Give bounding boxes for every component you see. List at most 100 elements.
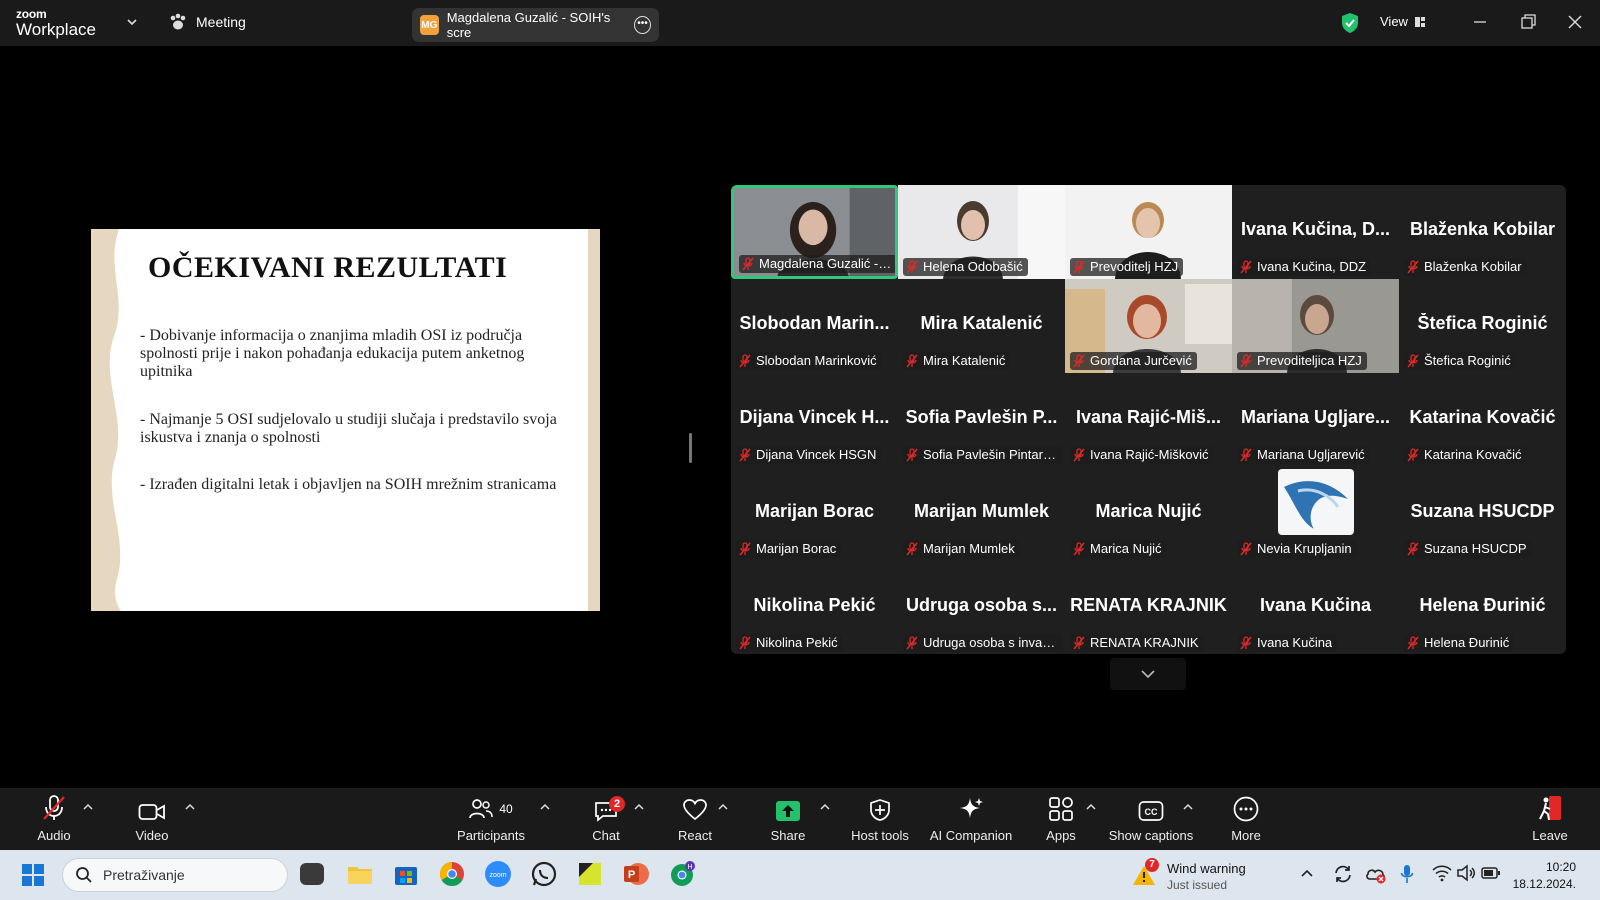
participant-tile[interactable]: Nevia Krupljanin [1232,467,1399,561]
participant-tile[interactable]: Helena Odobašić [898,185,1065,279]
battery-icon[interactable] [1481,865,1501,881]
view-label: View [1380,14,1408,29]
chevron-up-icon[interactable] [820,802,830,812]
task-view-icon[interactable] [300,863,324,885]
clock-date[interactable]: 18.12.2024. [1506,877,1576,891]
participant-tile[interactable]: Nikolina Pekić Nikolina Pekić [731,561,898,654]
participant-name-label: Magdalena Guzalić - SOIH [739,255,895,273]
microsoft-store-icon[interactable] [392,860,420,888]
chevron-up-icon[interactable] [540,802,550,812]
volume-icon[interactable] [1456,864,1476,882]
participant-name-label: Blaženka Kobilar [1404,258,1527,276]
whatsapp-icon[interactable] [530,860,558,888]
participant-tile[interactable]: Slobodan Marin... Slobodan Marinković [731,279,898,373]
participant-tile[interactable]: Ivana Kučina, D... Ivana Kučina, DDZ [1232,185,1399,279]
participant-tile[interactable]: Gordana Jurčević [1065,279,1232,373]
mic-muted-icon [1240,259,1252,273]
participant-tile[interactable]: Marijan Borac Marijan Borac [731,467,898,561]
meeting-menu[interactable]: Meeting [168,13,246,31]
screen-share-indicator[interactable]: MG Magdalena Guzalić - SOIH's scre ••• [412,8,659,42]
participant-display-name: Dijana Vincek H... [739,407,890,427]
view-button[interactable]: View [1380,14,1426,29]
encryption-shield-icon[interactable] [1340,12,1360,34]
participant-tile[interactable]: Ivana Rajić-Miš... Ivana Rajić-Mišković [1065,373,1232,467]
gallery-next-page-button[interactable] [1110,658,1186,690]
chevron-up-icon[interactable] [634,802,644,812]
panel-resize-handle[interactable] [689,433,692,463]
chevron-up-icon[interactable] [1300,868,1314,878]
participant-tile[interactable]: Marijan Mumlek Marijan Mumlek [898,467,1065,561]
chevron-up-icon[interactable] [718,802,728,812]
participant-tile[interactable]: Dijana Vincek H... Dijana Vincek HSGN [731,373,898,467]
zoom-app-icon[interactable]: zoom [484,860,512,888]
mic-muted-icon [1073,541,1085,555]
participant-tile[interactable]: Udruga osoba s... Udruga osoba s invalid.… [898,561,1065,654]
participant-name-label: Udruga osoba s invalid... [903,634,1063,652]
participant-tile[interactable]: Ivana Kučina Ivana Kučina [1232,561,1399,654]
more-options-icon[interactable]: ••• [634,16,652,34]
mic-muted-icon [739,447,751,461]
chevron-up-icon[interactable] [83,802,93,812]
video-label: Video [135,828,169,843]
participant-tile[interactable]: Prevoditelj HZJ [1065,185,1232,279]
participant-name-label: Marica Nujić [1070,540,1167,558]
chevron-up-icon[interactable] [185,802,195,812]
participant-tile[interactable]: Suzana HSUCDP Suzana HSUCDP [1399,467,1566,561]
ai-companion-button[interactable]: AI Companion [930,788,1012,850]
participant-name: Blaženka Kobilar [1424,259,1522,274]
powerpoint-icon[interactable]: P [622,860,650,888]
mic-muted-icon [1240,353,1252,367]
mic-muted-icon [739,635,751,649]
participant-tile[interactable]: RENATA KRAJNIK RENATA KRAJNIK [1065,561,1232,654]
participant-tile[interactable]: Mariana Ugljare... Mariana Ugljarević [1232,373,1399,467]
chrome-icon[interactable] [438,860,466,888]
participant-name: Ivana Rajić-Mišković [1090,447,1209,462]
leave-button[interactable]: Leave [1530,788,1570,850]
react-button[interactable]: React [675,788,715,850]
participant-tile[interactable]: Helena Đurinić Helena Đurinić [1399,561,1566,654]
windows-start-icon[interactable] [21,863,45,887]
participant-name-label: Katarina Kovačić [1404,446,1527,464]
restore-icon[interactable] [1518,12,1538,32]
participant-display-name: Ivana Rajić-Miš... [1075,407,1222,427]
audio-label: Audio [37,828,71,843]
participant-tile[interactable]: Magdalena Guzalić - SOIH [731,185,898,279]
microphone-icon[interactable] [1400,863,1414,885]
sync-icon[interactable] [1332,863,1354,885]
chevron-up-icon[interactable] [1086,802,1096,812]
participant-name: Prevoditeljica HZJ [1257,353,1362,368]
participant-display-name: Udruga osoba s... [905,595,1058,615]
mic-muted-icon [906,541,918,555]
weather-title[interactable]: Wind warning [1167,861,1246,876]
sticky-notes-icon[interactable] [576,860,604,888]
file-explorer-icon[interactable] [346,860,374,888]
video-button[interactable]: Video [132,788,172,850]
participant-tile[interactable]: Sofia Pavlešin P... Sofia Pavlešin Pintar… [898,373,1065,467]
chevron-up-icon[interactable] [1183,802,1193,812]
audio-button[interactable]: Audio [34,788,74,850]
participants-button[interactable]: 40 Participants [452,788,530,850]
apps-button[interactable]: Apps [1043,788,1079,850]
more-button[interactable]: More [1226,788,1266,850]
cloud-warning-icon[interactable] [1365,863,1387,885]
participant-tile[interactable]: Katarina Kovačić Katarina Kovačić [1399,373,1566,467]
show-captions-button[interactable]: CC Show captions [1109,788,1193,850]
participant-tile[interactable]: Štefica Roginić Štefica Roginić [1399,279,1566,373]
participant-name: RENATA KRAJNIK [1090,635,1199,650]
mic-muted-icon [906,447,918,461]
participant-tile[interactable]: Blaženka Kobilar Blaženka Kobilar [1399,185,1566,279]
participant-tile[interactable]: Marica Nujić Marica Nujić [1065,467,1232,561]
taskbar-search-input[interactable]: Pretraživanje [62,858,288,892]
participant-name: Mariana Ugljarević [1257,447,1365,462]
participant-tile[interactable]: Mira Katalenić Mira Katalenić [898,279,1065,373]
share-button[interactable]: Share [768,788,808,850]
mic-muted-icon [43,795,65,820]
close-icon[interactable] [1565,12,1585,32]
host-tools-button[interactable]: Host tools [851,788,909,850]
minimize-icon[interactable] [1470,12,1490,32]
participant-tile[interactable]: Prevoditeljica HZJ [1232,279,1399,373]
wifi-icon[interactable] [1432,864,1452,882]
chevron-down-icon[interactable] [126,16,138,28]
chrome-profile-icon[interactable]: H [668,860,696,888]
clock-time[interactable]: 10:20 [1538,860,1576,874]
